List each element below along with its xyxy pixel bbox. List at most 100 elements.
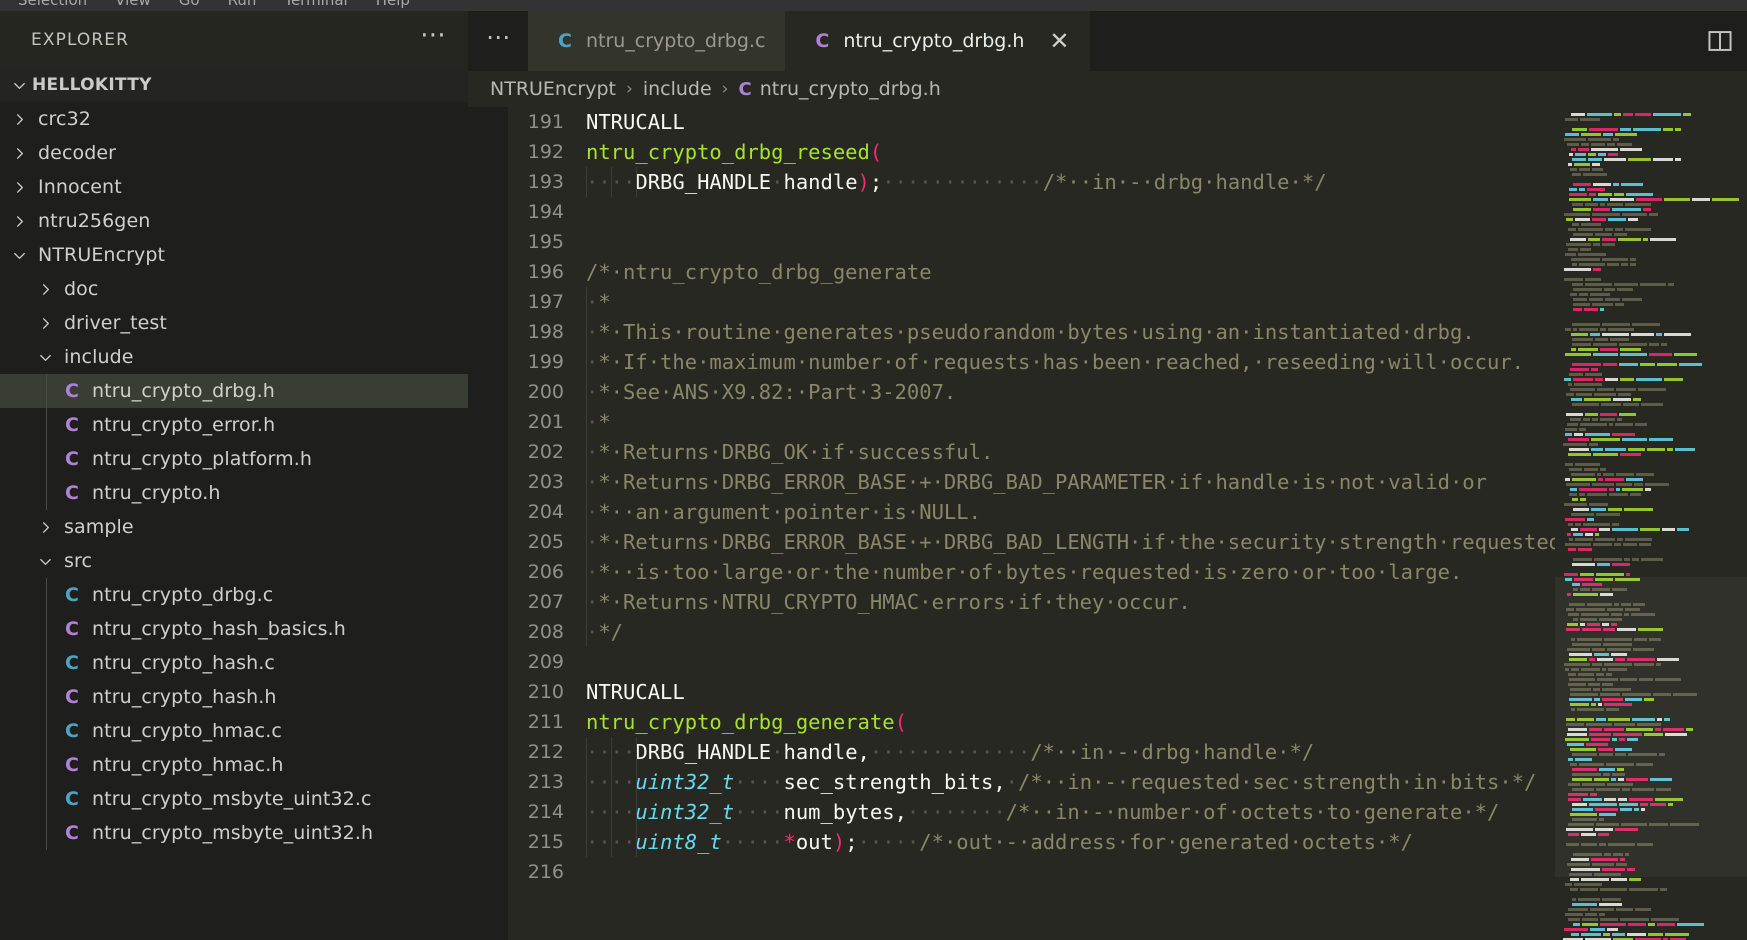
menu-run[interactable]: Run [214,0,271,11]
breadcrumb-segment[interactable]: include [643,78,712,100]
code-line[interactable]: 196 /*·ntru_crypto_drbg_generate [508,257,1747,287]
code-line[interactable]: 195 [508,227,1747,257]
code-line[interactable]: 211 ntru_crypto_drbg_generate( [508,707,1747,737]
code-line[interactable]: 207 ·*·Returns·NTRU_CRYPTO_HMAC·errors·if… [508,587,1747,617]
indent-guide [586,737,587,767]
code-line[interactable]: 216 [508,857,1747,887]
code-line[interactable]: 204 ·*··an·argument·pointer·is·NULL. [508,497,1747,527]
tab-overflow-button[interactable]: ⋯ [468,11,528,71]
chevron-right-icon[interactable] [6,180,32,195]
editor-tab-ntru-crypto-drbg-h[interactable]: Cntru_crypto_drbg.h ✕ [785,11,1091,71]
code-line[interactable]: 200 ·*·See·ANS·X9.82:·Part·3-2007. [508,377,1747,407]
code-line[interactable]: 199 ·*·If·the·maximum·number·of·requests·… [508,347,1747,377]
line-content: ·*··is·too·large·or·the·number·of·bytes·… [586,557,1747,587]
code-line[interactable]: 194 [508,197,1747,227]
code-line[interactable]: 191 NTRUCALL [508,107,1747,137]
c-source-file-icon: C [65,719,79,742]
code-line[interactable]: 214 ····uint32_t····num_bytes,········/*·… [508,797,1747,827]
indent-guide [636,737,637,767]
breadcrumb[interactable]: NTRUEncrypt › include › Cntru_crypto_drbg.h [468,71,1747,107]
chevron-down-icon[interactable] [6,248,32,263]
code-editor[interactable]: 191 NTRUCALL 192 ntru_crypto_drbg_reseed(19… [468,107,1747,940]
code-line[interactable]: 210 NTRUCALL [508,677,1747,707]
indent-guide [46,680,47,714]
code-line[interactable]: 198 ·*·This·routine·generates·pseudorando… [508,317,1747,347]
code-content[interactable]: 191 NTRUCALL 192 ntru_crypto_drbg_reseed(19… [508,107,1747,940]
menu-help[interactable]: Help [362,0,424,11]
tree-folder-sample[interactable]: sample [0,510,468,544]
chevron-right-icon[interactable] [6,112,32,127]
breadcrumb-file[interactable]: ntru_crypto_drbg.h [760,78,941,100]
menu-view[interactable]: View [101,0,165,11]
chevron-down-icon[interactable] [32,350,58,365]
tree-file-ntru-crypto-error-h[interactable]: Cntru_crypto_error.h [0,408,468,442]
code-token: *·Returns·DRBG_ERROR_BASE·+·DRBG_BAD_LEN… [598,530,1562,554]
more-actions-icon[interactable]: ⋯ [420,22,448,50]
chevron-down-icon[interactable] [32,554,58,569]
split-editor-icon[interactable] [1707,28,1733,54]
tree-file-ntru-crypto-platform-h[interactable]: Cntru_crypto_platform.h [0,442,468,476]
breadcrumb-segment[interactable]: NTRUEncrypt [490,78,616,100]
line-content: ntru_crypto_drbg_generate( [586,707,1747,737]
tree-file-ntru-crypto-hash-h[interactable]: Cntru_crypto_hash.h [0,680,468,714]
tree-file-ntru-crypto-drbg-h[interactable]: Cntru_crypto_drbg.h [0,374,468,408]
tree-item-label: ntru_crypto_drbg.c [92,584,274,606]
line-number: 198 [527,321,564,343]
indent-guide [586,407,587,437]
chevron-right-icon[interactable] [6,146,32,161]
code-line[interactable]: 203 ·*·Returns·DRBG_ERROR_BASE·+·DRBG_BAD… [508,467,1747,497]
code-token: * [783,830,796,854]
tree-file-ntru-crypto-h[interactable]: Cntru_crypto.h [0,476,468,510]
menu-terminal[interactable]: Terminal [270,0,361,11]
code-token: *·Returns·NTRU_CRYPTO_HMAC·errors·if·the… [598,590,1191,614]
tree-folder-src[interactable]: src [0,544,468,578]
code-line[interactable]: 206 ·*··is·too·large·or·the·number·of·byt… [508,557,1747,587]
tree-file-ntru-crypto-hmac-h[interactable]: Cntru_crypto_hmac.h [0,748,468,782]
code-line[interactable]: 192 ntru_crypto_drbg_reseed( [508,137,1747,167]
tree-file-ntru-crypto-hmac-c[interactable]: Cntru_crypto_hmac.c [0,714,468,748]
chevron-right-icon[interactable] [32,520,58,535]
code-line[interactable]: 209 [508,647,1747,677]
code-line[interactable]: 212 ····DRBG_HANDLE·handle,·············/… [508,737,1747,767]
tree-file-ntru-crypto-drbg-c[interactable]: Cntru_crypto_drbg.c [0,578,468,612]
tree-folder-ntruencrypt[interactable]: NTRUEncrypt [0,238,468,272]
code-line[interactable]: 201 ·* [508,407,1747,437]
line-number: 194 [527,201,564,223]
code-token: ) [832,830,846,854]
code-token: * [598,290,611,314]
tree-file-ntru-crypto-hash-c[interactable]: Cntru_crypto_hash.c [0,646,468,680]
tree-folder-include[interactable]: include [0,340,468,374]
line-number: 206 [527,561,564,583]
menu-go[interactable]: Go [165,0,214,11]
tree-file-ntru-crypto-hash-basics-h[interactable]: Cntru_crypto_hash_basics.h [0,612,468,646]
tree-item-label: NTRUEncrypt [38,244,166,266]
menu-selection[interactable]: Selection [4,0,101,11]
tree-file-ntru-crypto-msbyte-uint32-c[interactable]: Cntru_crypto_msbyte_uint32.c [0,782,468,816]
chevron-right-icon[interactable] [32,316,58,331]
code-line[interactable]: 215 ····uint8_t·····*out);·····/*·out·-·a… [508,827,1747,857]
ellipsis-icon: ⋯ [486,23,510,51]
tree-folder-innocent[interactable]: Innocent [0,170,468,204]
code-line[interactable]: 197 ·* [508,287,1747,317]
code-line[interactable]: 202 ·*·Returns·DRBG_OK·if·successful. [508,437,1747,467]
code-line[interactable]: 208 ·*/ [508,617,1747,647]
tree-file-ntru-crypto-msbyte-uint32-h[interactable]: Cntru_crypto_msbyte_uint32.h [0,816,468,850]
chevron-right-icon[interactable] [32,282,58,297]
code-line[interactable]: 205 ·*·Returns·DRBG_ERROR_BASE·+·DRBG_BAD… [508,527,1747,557]
indent-guide [586,767,587,797]
tree-folder-crc32[interactable]: crc32 [0,102,468,136]
editor-tab-ntru-crypto-drbg-c[interactable]: Cntru_crypto_drbg.c [528,11,786,71]
tree-root-hellokitty[interactable]: HELLOKITTY [0,68,468,102]
tree-folder-driver-test[interactable]: driver_test [0,306,468,340]
close-icon[interactable]: ✕ [1048,29,1070,53]
tree-item-label: doc [64,278,99,300]
tree-folder-doc[interactable]: doc [0,272,468,306]
file-tree[interactable]: HELLOKITTY crc32 decoder Innocent ntru256gen… [0,68,468,940]
code-line[interactable]: 193 ····DRBG_HANDLE·handle);·············… [508,167,1747,197]
tree-folder-decoder[interactable]: decoder [0,136,468,170]
chevron-right-icon[interactable] [6,214,32,229]
line-content: ·*·Returns·DRBG_OK·if·successful. [586,437,1747,467]
code-token: handle, [783,740,870,764]
tree-folder-ntru256gen[interactable]: ntru256gen [0,204,468,238]
code-line[interactable]: 213 ····uint32_t····sec_strength_bits,·/*… [508,767,1747,797]
